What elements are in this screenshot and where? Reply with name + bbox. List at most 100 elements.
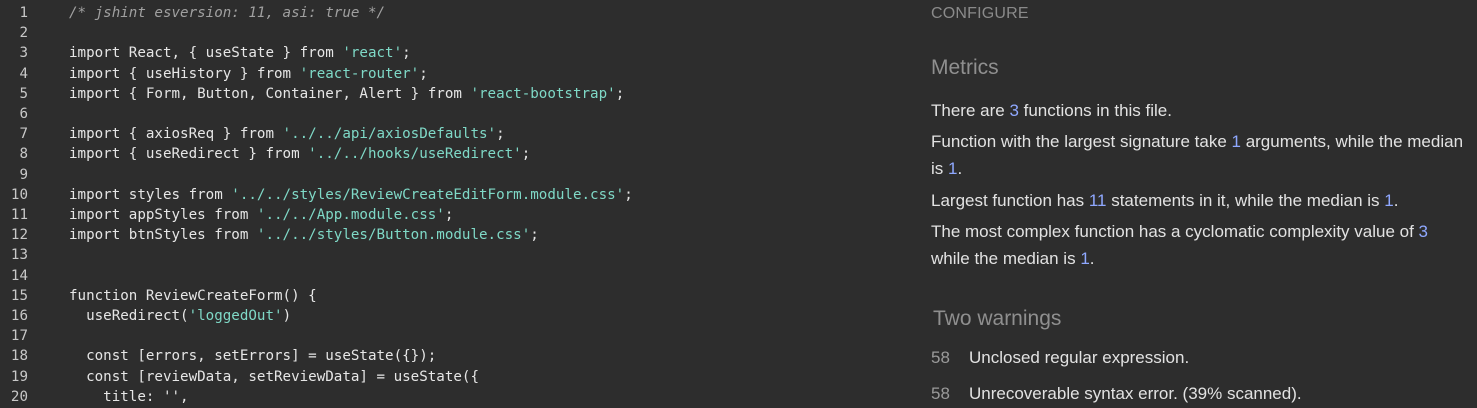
code-line[interactable]: 5 import { Form, Button, Container, Alert… bbox=[0, 84, 900, 104]
metric-item: The most complex function has a cyclomat… bbox=[931, 218, 1466, 272]
line-number: 13 bbox=[10, 247, 28, 264]
code-token: ; bbox=[419, 65, 428, 82]
code-token: ; bbox=[530, 227, 539, 244]
code-line[interactable]: 18 const [errors, setErrors] = useState(… bbox=[0, 346, 900, 366]
metric-value: 1 bbox=[1080, 249, 1090, 268]
code-line[interactable]: 14 bbox=[0, 266, 900, 286]
code-token: ; bbox=[402, 45, 411, 62]
code-token: import { axiosReq } from bbox=[69, 126, 283, 143]
code-token: import appStyles from bbox=[69, 207, 257, 223]
code-line[interactable]: 15 function ReviewCreateForm() { bbox=[0, 286, 900, 306]
metric-text: while the median is bbox=[931, 249, 1081, 268]
warning-line-number[interactable]: 58 bbox=[931, 348, 969, 368]
code-token: ; bbox=[444, 207, 454, 223]
line-number: 18 bbox=[10, 348, 28, 365]
code-token: title: '', bbox=[69, 388, 189, 405]
metric-text: There are bbox=[931, 101, 1010, 120]
code-line[interactable]: 8 import { useRedirect } from '../../hook… bbox=[0, 144, 900, 164]
string-literal: '../../styles/Button.module.css' bbox=[256, 227, 531, 244]
configure-link[interactable]: CONFIGURE bbox=[931, 5, 1029, 23]
code-text: import React, { useState } from 'react'; bbox=[69, 43, 411, 63]
code-editor[interactable]: 1/* jshint esversion: 11, asi: true */2 3… bbox=[0, 0, 900, 408]
code-text: const [errors, setErrors] = useState({})… bbox=[69, 346, 436, 366]
line-number: 3 bbox=[19, 45, 28, 62]
warning-line-number[interactable]: 58 bbox=[931, 384, 969, 404]
code-token: import btnStyles from bbox=[69, 227, 257, 244]
line-number: 9 bbox=[19, 166, 28, 183]
code-text: import appStyles from '../../App.module.… bbox=[69, 205, 453, 225]
metric-text: statements in it, while the median is bbox=[1106, 191, 1385, 210]
code-text: const [reviewData, setReviewData] = useS… bbox=[69, 367, 479, 387]
warnings-heading: Two warnings bbox=[933, 307, 1062, 330]
string-literal: '../../api/axiosDefaults' bbox=[282, 126, 497, 143]
code-token: const [errors, setErrors] = useState({})… bbox=[69, 348, 437, 365]
string-literal: 'react-router' bbox=[299, 65, 420, 82]
code-token: ; bbox=[521, 146, 531, 163]
line-number: 1 bbox=[19, 5, 28, 21]
metric-text: The most complex function has a cyclomat… bbox=[931, 222, 1419, 241]
metric-text: . bbox=[957, 159, 963, 178]
code-line[interactable]: 20 title: '', bbox=[0, 387, 900, 407]
warning-item[interactable]: 58 Unrecoverable syntax error. (39% scann… bbox=[931, 384, 1302, 404]
line-number: 11 bbox=[10, 207, 28, 223]
code-line[interactable]: 4 import { useHistory } from 'react-route… bbox=[0, 64, 900, 84]
code-token: import { useHistory } from bbox=[69, 65, 300, 82]
code-line[interactable]: 2 bbox=[0, 23, 900, 43]
code-text: function ReviewCreateForm() { bbox=[69, 286, 317, 306]
code-token: const [reviewData, setReviewData] = useS… bbox=[69, 368, 479, 385]
metric-item: There are 3 functions in this file. bbox=[931, 97, 1466, 124]
code-text: import btnStyles from '../../styles/Butt… bbox=[69, 225, 539, 245]
line-number: 2 bbox=[19, 25, 28, 42]
code-line[interactable]: 9 bbox=[0, 165, 900, 185]
code-text: useRedirect('loggedOut') bbox=[69, 306, 291, 326]
metric-text: . bbox=[1393, 191, 1399, 210]
code-line[interactable]: 17 bbox=[0, 326, 900, 346]
code-text: import { useHistory } from 'react-router… bbox=[69, 64, 428, 84]
string-literal: '../../hooks/useRedirect' bbox=[308, 146, 522, 163]
code-line[interactable]: 7 import { axiosReq } from '../../api/axi… bbox=[0, 124, 900, 144]
metric-value: 3 bbox=[1009, 101, 1019, 120]
metric-item: Largest function has 11 statements in it… bbox=[931, 187, 1466, 214]
line-number: 8 bbox=[19, 146, 28, 163]
code-line[interactable]: 13 bbox=[0, 245, 900, 265]
code-line[interactable]: 3 import React, { useState } from 'react'… bbox=[0, 43, 900, 63]
code-line[interactable]: 6 bbox=[0, 104, 900, 124]
metric-value: 11 bbox=[1088, 191, 1107, 210]
metric-text: Function with the largest signature take bbox=[931, 132, 1232, 151]
code-token: import styles from bbox=[69, 186, 232, 203]
line-number: 5 bbox=[19, 85, 28, 102]
code-line[interactable]: 11 import appStyles from '../../App.modul… bbox=[0, 205, 900, 225]
code-token: ; bbox=[624, 186, 633, 203]
code-text: import styles from '../../styles/ReviewC… bbox=[69, 185, 633, 205]
string-literal: 'react-bootstrap' bbox=[470, 85, 616, 102]
code-token: import React, { useState } from bbox=[69, 45, 343, 62]
warning-message: Unclosed regular expression. bbox=[969, 348, 1190, 367]
code-comment: /* jshint esversion: 11, asi: true */ bbox=[69, 5, 386, 21]
code-line[interactable]: 1 /* jshint esversion: 11, asi: true */ bbox=[0, 3, 900, 23]
warning-message: Unrecoverable syntax error. (39% scanned… bbox=[969, 384, 1302, 403]
line-number: 10 bbox=[10, 186, 28, 203]
jshint-window: 1/* jshint esversion: 11, asi: true */2 3… bbox=[0, 0, 1477, 408]
line-number: 12 bbox=[10, 227, 28, 244]
code-text: import { axiosReq } from '../../api/axio… bbox=[69, 124, 505, 144]
string-literal: '../../App.module.css' bbox=[256, 207, 445, 223]
code-token: import { Form, Button, Container, Alert … bbox=[69, 85, 471, 102]
metric-text: functions in this file. bbox=[1018, 101, 1172, 120]
code-line[interactable]: 12 import btnStyles from '../../styles/Bu… bbox=[0, 225, 900, 245]
code-line[interactable]: 10 import styles from '../../styles/Revie… bbox=[0, 185, 900, 205]
metric-value: 1 bbox=[1384, 191, 1394, 210]
code-token: useRedirect( bbox=[69, 308, 189, 324]
line-number: 16 bbox=[10, 308, 28, 324]
report-panel: CONFIGURE Metrics There are 3 functions … bbox=[900, 0, 1477, 408]
line-number: 15 bbox=[10, 287, 28, 304]
string-literal: 'loggedOut' bbox=[188, 308, 283, 324]
line-number: 4 bbox=[19, 65, 28, 82]
string-literal: 'react' bbox=[342, 45, 403, 62]
code-text: import { Form, Button, Container, Alert … bbox=[69, 84, 624, 104]
warning-item[interactable]: 58 Unclosed regular expression. bbox=[931, 348, 1189, 368]
metrics-heading: Metrics bbox=[931, 56, 999, 79]
code-token: ; bbox=[496, 126, 505, 143]
code-token: ) bbox=[282, 308, 292, 324]
code-line[interactable]: 16 useRedirect('loggedOut') bbox=[0, 306, 900, 326]
code-line[interactable]: 19 const [reviewData, setReviewData] = u… bbox=[0, 367, 900, 387]
